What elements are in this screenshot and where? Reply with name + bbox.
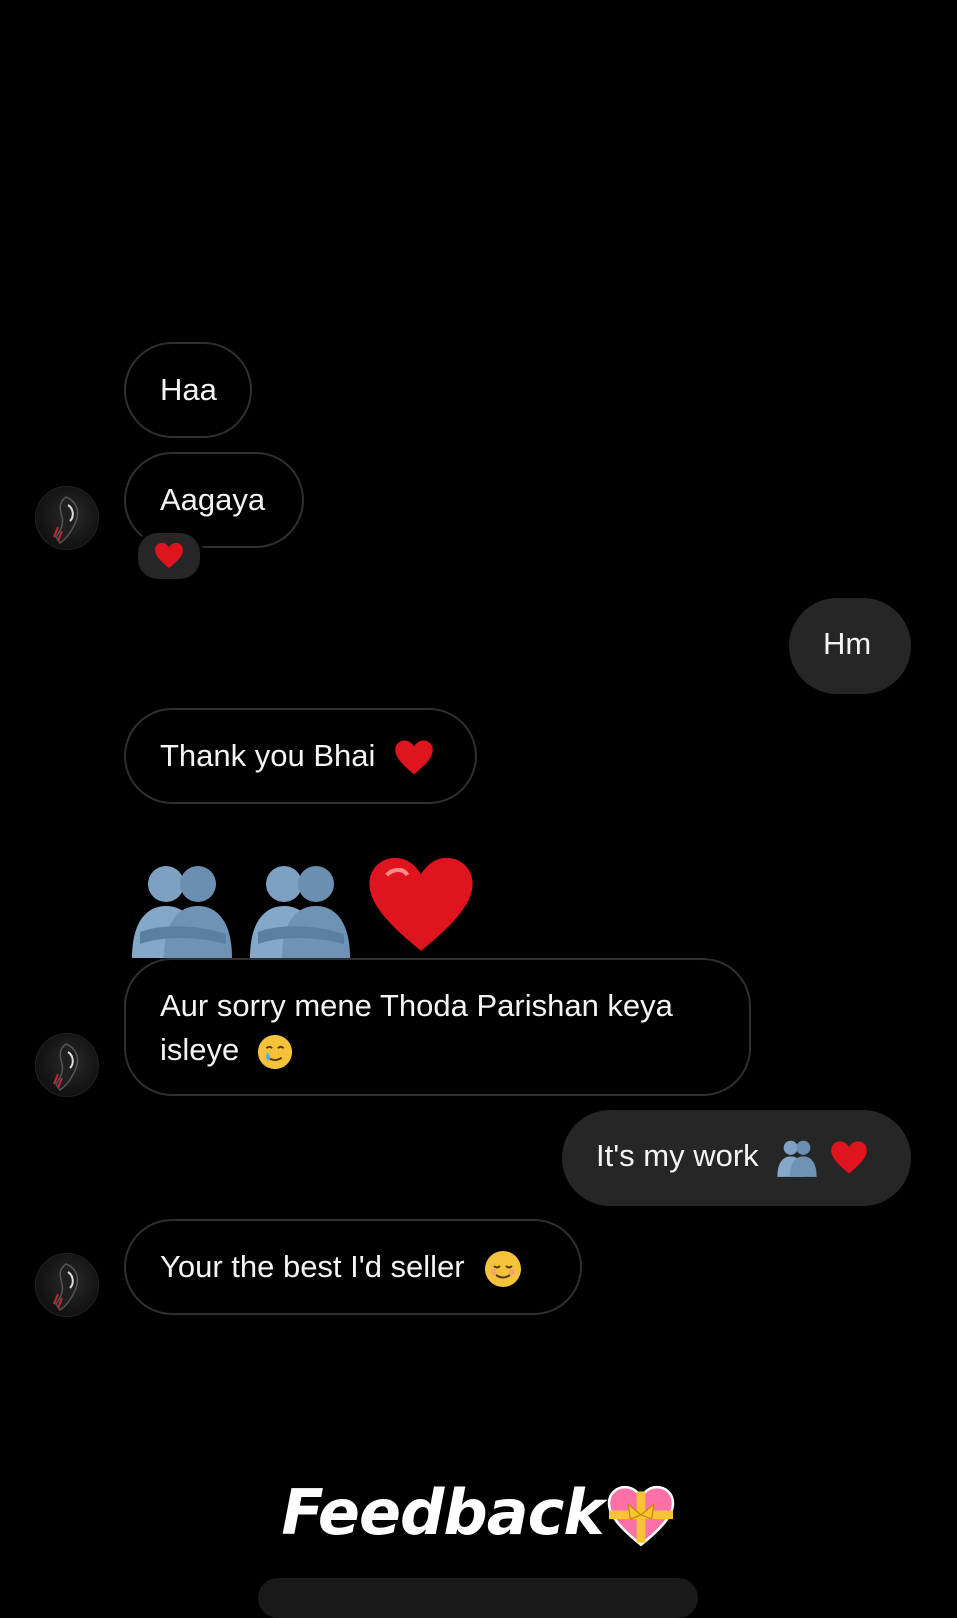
message-text-line-2-wrap: isleye bbox=[160, 1028, 715, 1072]
people-hugging-emoji bbox=[132, 866, 232, 958]
smiling-face-emoji bbox=[485, 1250, 522, 1287]
message-reaction[interactable] bbox=[135, 530, 203, 582]
people-hugging-emoji bbox=[250, 866, 350, 958]
message-text-line-1: Aur sorry mene Thoda Parishan keya bbox=[160, 988, 673, 1023]
outgoing-message-its-my-work[interactable]: It's my work bbox=[562, 1110, 911, 1206]
emoji-only-message[interactable] bbox=[126, 848, 476, 958]
bottom-bar bbox=[258, 1578, 698, 1618]
message-text: Hm bbox=[823, 626, 872, 661]
outgoing-message-hm[interactable]: Hm bbox=[789, 598, 911, 694]
heart-with-ribbon-emoji bbox=[607, 1485, 674, 1547]
heart-emoji bbox=[395, 740, 433, 775]
message-text: Your the best I'd seller bbox=[160, 1249, 465, 1284]
people-hugging-emoji bbox=[777, 1140, 817, 1177]
message-text: Aagaya bbox=[160, 482, 266, 517]
heart-emoji bbox=[155, 542, 183, 569]
contact-avatar[interactable] bbox=[35, 486, 99, 550]
feedback-caption: Feedback bbox=[0, 1476, 957, 1549]
smiling-face-with-tear-emoji bbox=[257, 1034, 292, 1069]
incoming-message-sorry[interactable]: Aur sorry mene Thoda Parishan keya isley… bbox=[124, 958, 751, 1096]
feedback-caption-text: Feedback bbox=[281, 1476, 604, 1549]
contact-avatar[interactable] bbox=[35, 1253, 99, 1317]
heart-emoji bbox=[369, 857, 473, 951]
message-text: It's my work bbox=[596, 1138, 759, 1173]
incoming-message-thank-you[interactable]: Thank you Bhai bbox=[124, 708, 477, 804]
incoming-message-best-seller[interactable]: Your the best I'd seller bbox=[124, 1219, 582, 1315]
message-text: Haa bbox=[160, 372, 217, 407]
contact-avatar[interactable] bbox=[35, 1033, 99, 1097]
heart-emoji bbox=[831, 1141, 867, 1174]
incoming-message-haa[interactable]: Haa bbox=[124, 342, 252, 438]
message-text: Thank you Bhai bbox=[160, 738, 376, 773]
message-text-line-2: isleye bbox=[160, 1032, 240, 1067]
